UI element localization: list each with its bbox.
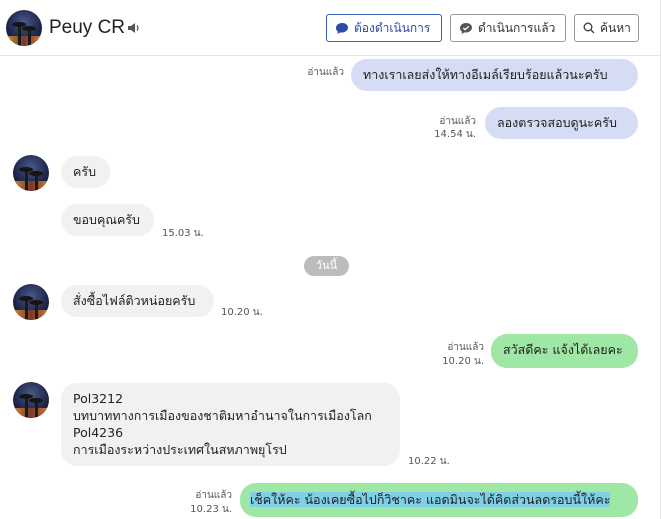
message-line: บทบาททางการเมืองของชาติมหาอำนาจในการเมือ… (73, 408, 372, 423)
message-time: 10.20 น. (442, 356, 484, 367)
search-label: ค้นหา (600, 20, 631, 35)
chat-header: Peuy CR ต้องดำเนินการ ดำเนินการแล้ว ค้นห… (0, 0, 661, 519)
chat-bubble-icon (336, 22, 348, 34)
avatar[interactable] (13, 382, 49, 418)
message-line: Pol3212 (73, 391, 124, 406)
message-time: 10.23 น. (190, 504, 232, 515)
day-separator: วันนี้ (304, 256, 349, 276)
search-button[interactable]: ค้นหา (574, 14, 639, 42)
read-status: อ่านแล้ว (195, 490, 232, 501)
message-time: 14.54 น. (434, 129, 476, 140)
chat-check-icon (460, 22, 472, 34)
message-line: Pol4236 (73, 425, 124, 440)
avatar[interactable] (6, 10, 42, 46)
done-button[interactable]: ดำเนินการแล้ว (450, 14, 566, 42)
avatar[interactable] (13, 284, 49, 320)
done-label: ดำเนินการแล้ว (478, 20, 556, 35)
message-text-selected[interactable]: เช็คให้คะ น้องเคยซื้อไปก็วิชาคะ แอดมินจะ… (250, 492, 611, 507)
message-time: 10.20 น. (221, 307, 263, 318)
message-time: 15.03 น. (162, 228, 204, 239)
message-line: การเมืองระหว่างประเทศในสหภาพยุโรป (73, 442, 287, 457)
read-status: อ่านแล้ว (439, 116, 476, 127)
message-bubble[interactable]: ทางเราเลยส่งให้ทางอีเมล์เรียบร้อยแล้วนะค… (351, 59, 638, 91)
message-bubble[interactable]: สั่งซื้อไฟล์ติวหน่อยครับ (61, 285, 214, 317)
read-status: อ่านแล้ว (447, 342, 484, 353)
search-icon (583, 22, 595, 34)
avatar[interactable] (13, 155, 49, 191)
message-bubble[interactable]: ขอบคุณครับ (61, 204, 154, 236)
message-bubble[interactable]: เช็คให้คะ น้องเคยซื้อไปก็วิชาคะ แอดมินจะ… (240, 483, 638, 517)
read-status: อ่านแล้ว (307, 67, 344, 78)
speaker-icon[interactable] (127, 21, 143, 35)
todo-label: ต้องดำเนินการ (354, 20, 431, 35)
message-bubble[interactable]: ครับ (61, 156, 110, 188)
todo-button[interactable]: ต้องดำเนินการ (326, 14, 442, 42)
contact-name: Peuy CR (49, 17, 126, 38)
message-time: 10.22 น. (408, 456, 450, 467)
message-bubble[interactable]: Pol3212 บทบาททางการเมืองของชาติมหาอำนาจใ… (61, 383, 400, 466)
message-bubble[interactable]: สวัสดีคะ แจ้งได้เลยคะ (491, 334, 638, 368)
message-bubble[interactable]: ลองตรวจสอบดูนะครับ (485, 107, 638, 139)
